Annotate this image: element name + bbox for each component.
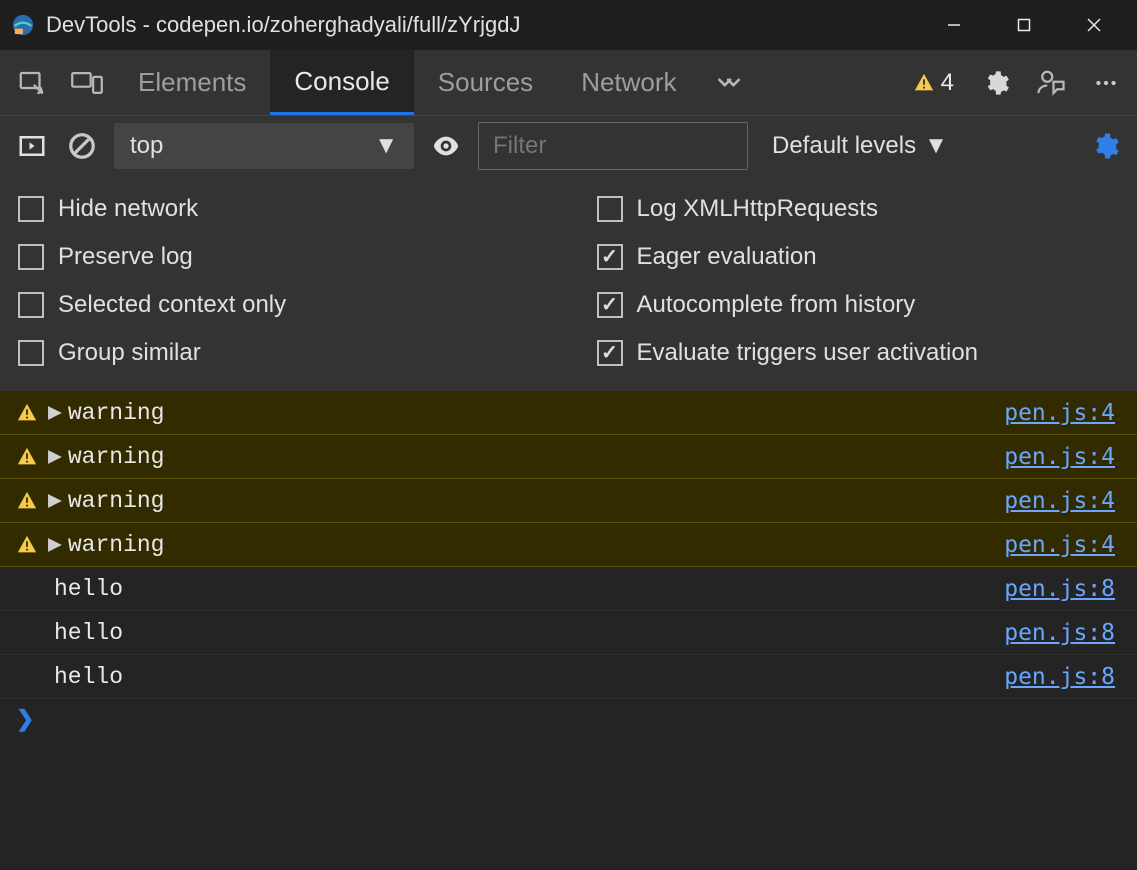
- log-levels-label: Default levels: [772, 132, 916, 160]
- chevron-down-icon: ▼: [924, 132, 948, 160]
- log-row[interactable]: ▶warningpen.js:4: [0, 435, 1137, 479]
- source-link[interactable]: pen.js:8: [1004, 576, 1115, 602]
- source-link[interactable]: pen.js:8: [1004, 664, 1115, 690]
- close-button[interactable]: [1059, 0, 1129, 50]
- log-message: warning: [68, 400, 1004, 426]
- log-message: hello: [54, 620, 1004, 646]
- log-message: warning: [68, 532, 1004, 558]
- log-message: hello: [54, 664, 1004, 690]
- minimize-button[interactable]: [919, 0, 989, 50]
- option-label: Evaluate triggers user activation: [637, 339, 979, 367]
- warning-triangle-icon: [913, 72, 935, 94]
- warning-count: 4: [941, 69, 954, 97]
- checkbox[interactable]: [597, 196, 623, 222]
- checkbox[interactable]: [597, 292, 623, 318]
- source-link[interactable]: pen.js:4: [1004, 444, 1115, 470]
- log-row[interactable]: ▶warningpen.js:4: [0, 523, 1137, 567]
- checkbox[interactable]: [597, 244, 623, 270]
- context-value: top: [130, 132, 163, 160]
- tab-console[interactable]: Console: [270, 50, 413, 115]
- console-prompt[interactable]: ❯: [0, 699, 1137, 739]
- context-select[interactable]: top ▼: [114, 123, 414, 169]
- device-toolbar-icon[interactable]: [59, 50, 114, 115]
- option-label: Autocomplete from history: [637, 291, 916, 319]
- more-tabs-icon[interactable]: [701, 50, 756, 115]
- option-group-similar[interactable]: Group similar: [0, 329, 559, 377]
- tab-network[interactable]: Network: [557, 50, 700, 115]
- toggle-sidebar-icon[interactable]: [14, 128, 50, 164]
- log-list: ▶warningpen.js:4▶warningpen.js:4▶warning…: [0, 391, 1137, 699]
- option-log-xmlhttprequests[interactable]: Log XMLHttpRequests: [579, 185, 1137, 233]
- option-evaluate-triggers-user-activation[interactable]: Evaluate triggers user activation: [579, 329, 1137, 377]
- filter-input[interactable]: [478, 122, 748, 170]
- log-levels-select[interactable]: Default levels ▼: [762, 132, 958, 160]
- tab-elements[interactable]: Elements: [114, 50, 270, 115]
- option-autocomplete-from-history[interactable]: Autocomplete from history: [579, 281, 1137, 329]
- log-message: warning: [68, 488, 1004, 514]
- option-label: Preserve log: [58, 243, 193, 271]
- log-message: warning: [68, 444, 1004, 470]
- settings-icon[interactable]: [968, 50, 1023, 115]
- checkbox[interactable]: [18, 292, 44, 318]
- expand-caret-icon[interactable]: ▶: [48, 531, 62, 558]
- tabstrip: ElementsConsoleSourcesNetwork 4: [0, 50, 1137, 115]
- expand-caret-icon[interactable]: ▶: [48, 487, 62, 514]
- log-row[interactable]: ▶warningpen.js:4: [0, 391, 1137, 435]
- console-toolbar: top ▼ Default levels ▼: [0, 115, 1137, 175]
- option-hide-network[interactable]: Hide network: [0, 185, 559, 233]
- live-expression-icon[interactable]: [428, 128, 464, 164]
- clear-console-icon[interactable]: [64, 128, 100, 164]
- feedback-icon[interactable]: [1023, 50, 1078, 115]
- more-menu-icon[interactable]: [1078, 50, 1133, 115]
- option-label: Selected context only: [58, 291, 286, 319]
- option-selected-context-only[interactable]: Selected context only: [0, 281, 559, 329]
- app-icon: [12, 14, 34, 36]
- chevron-down-icon: ▼: [374, 132, 398, 160]
- source-link[interactable]: pen.js:4: [1004, 488, 1115, 514]
- source-link[interactable]: pen.js:4: [1004, 400, 1115, 426]
- window-title: DevTools - codepen.io/zoherghadyali/full…: [46, 12, 520, 38]
- expand-caret-icon[interactable]: ▶: [48, 399, 62, 426]
- source-link[interactable]: pen.js:4: [1004, 532, 1115, 558]
- warning-count-badge[interactable]: 4: [899, 69, 968, 97]
- option-eager-evaluation[interactable]: Eager evaluation: [579, 233, 1137, 281]
- titlebar: DevTools - codepen.io/zoherghadyali/full…: [0, 0, 1137, 50]
- option-label: Hide network: [58, 195, 198, 223]
- option-preserve-log[interactable]: Preserve log: [0, 233, 559, 281]
- option-label: Log XMLHttpRequests: [637, 195, 878, 223]
- expand-caret-icon[interactable]: ▶: [48, 443, 62, 470]
- log-message: hello: [54, 576, 1004, 602]
- console-settings-icon[interactable]: [1087, 128, 1123, 164]
- checkbox[interactable]: [597, 340, 623, 366]
- prompt-caret-icon: ❯: [16, 706, 34, 732]
- option-label: Eager evaluation: [637, 243, 817, 271]
- console-settings-panel: Hide network Log XMLHttpRequests Preserve …: [0, 175, 1137, 391]
- log-row[interactable]: hellopen.js:8: [0, 567, 1137, 611]
- checkbox[interactable]: [18, 196, 44, 222]
- tab-sources[interactable]: Sources: [414, 50, 557, 115]
- log-row[interactable]: ▶warningpen.js:4: [0, 479, 1137, 523]
- source-link[interactable]: pen.js:8: [1004, 620, 1115, 646]
- checkbox[interactable]: [18, 340, 44, 366]
- checkbox[interactable]: [18, 244, 44, 270]
- option-label: Group similar: [58, 339, 201, 367]
- maximize-button[interactable]: [989, 0, 1059, 50]
- inspect-element-icon[interactable]: [4, 50, 59, 115]
- log-row[interactable]: hellopen.js:8: [0, 611, 1137, 655]
- log-row[interactable]: hellopen.js:8: [0, 655, 1137, 699]
